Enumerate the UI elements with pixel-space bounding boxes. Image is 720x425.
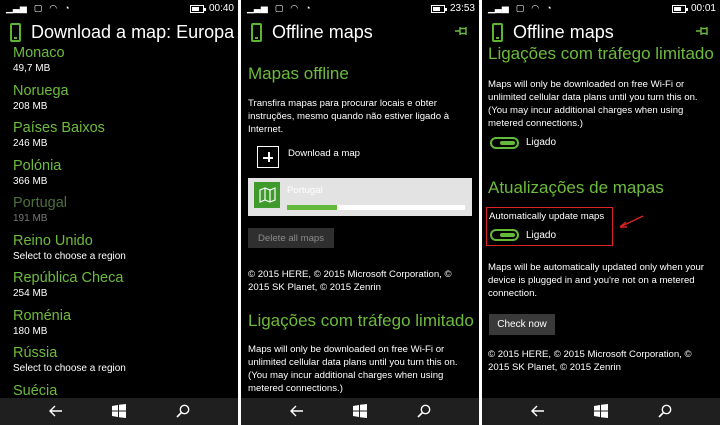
- copyright-text: © 2015 HERE, © 2015 Microsoft Corporatio…: [488, 349, 692, 373]
- phone-icon: [10, 23, 21, 42]
- nav-bar: [241, 398, 479, 425]
- title-bar: Offline maps: [241, 20, 479, 48]
- auto-update-label: Automatically update maps: [489, 211, 605, 222]
- search-icon[interactable]: [654, 401, 676, 421]
- auto-update-text: Maps will be automatically updated only …: [488, 262, 704, 299]
- wifi-icon: ◠: [531, 3, 540, 13]
- page-title: Offline maps: [513, 22, 614, 42]
- list-item[interactable]: República Checa 254 MB: [13, 269, 234, 307]
- back-arrow-icon[interactable]: [286, 401, 308, 421]
- country-detail: 366 MB: [13, 175, 48, 187]
- status-bar: ▁▃▅ ▢ ◠ ◔ 23:53: [241, 0, 479, 17]
- screen-offline-maps-settings: ▁▃▅ ▢ ◠ ◔ 00:01 Offline maps Ligações co…: [482, 0, 720, 425]
- auto-update-toggle-label: Ligado: [526, 230, 557, 241]
- country-detail: 191 MB: [13, 213, 48, 224]
- country-detail: 49,7 MB: [13, 63, 51, 74]
- list-item[interactable]: Monaco 49,7 MB: [13, 44, 234, 82]
- download-progress-fill: [287, 205, 337, 210]
- wifi-icon: ◠: [290, 3, 299, 13]
- page-title: Offline maps: [272, 22, 373, 42]
- quiet-hours-icon: ◔: [64, 3, 70, 13]
- status-bar: ▁▃▅ ▢ ◠ ◔ 00:40: [0, 0, 238, 17]
- pin-icon[interactable]: [455, 26, 469, 36]
- status-time: 00:01: [690, 3, 716, 14]
- battery-icon: [430, 4, 447, 13]
- signal-icon: ▁▃▅: [488, 3, 509, 13]
- country-detail: Select to choose a region: [13, 363, 126, 374]
- metered-toggle[interactable]: [490, 137, 519, 149]
- country-name: Portugal: [13, 195, 68, 211]
- country-detail: Select to choose a region: [13, 250, 126, 262]
- battery-icon: [189, 4, 206, 13]
- country-detail: 246 MB: [13, 138, 48, 149]
- no-sim-icon: ▢: [33, 3, 43, 13]
- country-name: Polónia: [13, 157, 62, 174]
- back-arrow-icon[interactable]: [45, 401, 67, 421]
- intro-text: Transfira mapas para procurar locais e o…: [248, 98, 450, 135]
- section-title-metered: Ligações com tráfego limitado: [488, 44, 714, 63]
- country-name: Reino Unido: [13, 232, 93, 249]
- auto-update-toggle[interactable]: [490, 229, 519, 241]
- downloading-map-name: Portugal: [287, 185, 323, 196]
- wifi-icon: ◠: [49, 3, 58, 13]
- quiet-hours-icon: ◔: [546, 3, 552, 13]
- list-item[interactable]: Noruega 208 MB: [13, 82, 234, 120]
- metered-toggle-label: Ligado: [526, 137, 557, 148]
- list-item[interactable]: Roménia 180 MB: [13, 307, 234, 345]
- list-item[interactable]: Países Baixos 246 MB: [13, 119, 234, 157]
- list-item[interactable]: Polónia 366 MB: [13, 157, 234, 195]
- quiet-hours-icon: ◔: [305, 3, 311, 13]
- downloading-map-item[interactable]: Portugal: [248, 178, 472, 216]
- phone-icon: [492, 23, 503, 42]
- section-title-offline-maps: Mapas offline: [248, 64, 349, 83]
- page-title: Download a map: Europa: [31, 22, 235, 42]
- map-icon: [254, 182, 280, 208]
- signal-icon: ▁▃▅: [6, 3, 27, 13]
- country-name: Monaco: [13, 45, 65, 61]
- check-now-button[interactable]: Check now: [489, 314, 555, 335]
- back-arrow-icon[interactable]: [527, 401, 549, 421]
- country-detail: 254 MB: [13, 288, 48, 299]
- metered-text: Maps will only be downloaded on free Wi-…: [248, 344, 458, 394]
- country-name: Rússia: [13, 345, 58, 361]
- download-progress-bar: [287, 205, 465, 210]
- nav-bar: [482, 398, 720, 425]
- phone-icon: [251, 23, 262, 42]
- copyright-text: © 2015 HERE, © 2015 Microsoft Corporatio…: [248, 269, 452, 293]
- signal-icon: ▁▃▅: [247, 3, 268, 13]
- country-list: Monaco 49,7 MB Noruega 208 MB Países Baixos 2…: [13, 44, 234, 419]
- nav-bar: [0, 398, 238, 425]
- country-name: Noruega: [13, 82, 69, 99]
- download-map-button[interactable]: Download a map: [288, 147, 360, 160]
- pin-icon[interactable]: [696, 26, 710, 36]
- windows-icon[interactable]: [349, 401, 371, 421]
- list-item[interactable]: Rússia Select to choose a region: [13, 344, 234, 382]
- section-title-updates: Atualizações de mapas: [488, 178, 664, 197]
- search-icon[interactable]: [413, 401, 435, 421]
- delete-all-maps-button[interactable]: Delete all maps: [248, 228, 334, 248]
- windows-icon[interactable]: [590, 401, 612, 421]
- country-detail: 208 MB: [13, 100, 48, 112]
- section-title-metered: Ligações com tráfego limitado: [248, 311, 474, 330]
- search-icon[interactable]: [172, 401, 194, 421]
- metered-text: Maps will only be downloaded on free Wi-…: [488, 79, 698, 129]
- screen-offline-maps: ▁▃▅ ▢ ◠ ◔ 23:53 Offline maps Mapas offli…: [241, 0, 479, 425]
- country-name: República Checa: [13, 270, 124, 286]
- country-name: Países Baixos: [13, 120, 105, 136]
- windows-icon[interactable]: [108, 401, 130, 421]
- arrow-annotation-icon: [619, 215, 644, 228]
- add-icon[interactable]: [257, 146, 279, 168]
- list-item[interactable]: Reino Unido Select to choose a region: [13, 232, 234, 270]
- no-sim-icon: ▢: [515, 3, 525, 13]
- country-detail: 180 MB: [13, 325, 48, 337]
- country-name: Roménia: [13, 307, 72, 324]
- country-name: Suécia: [13, 382, 58, 399]
- status-bar: ▁▃▅ ▢ ◠ ◔ 00:01: [482, 0, 720, 17]
- battery-icon: [671, 4, 688, 13]
- status-time: 00:40: [208, 3, 234, 14]
- list-item[interactable]: Portugal 191 MB: [13, 194, 234, 232]
- status-time: 23:53: [449, 3, 475, 14]
- no-sim-icon: ▢: [274, 3, 284, 13]
- screen-download-map: ▁▃▅ ▢ ◠ ◔ 00:40 Download a map: Europa M…: [0, 0, 238, 425]
